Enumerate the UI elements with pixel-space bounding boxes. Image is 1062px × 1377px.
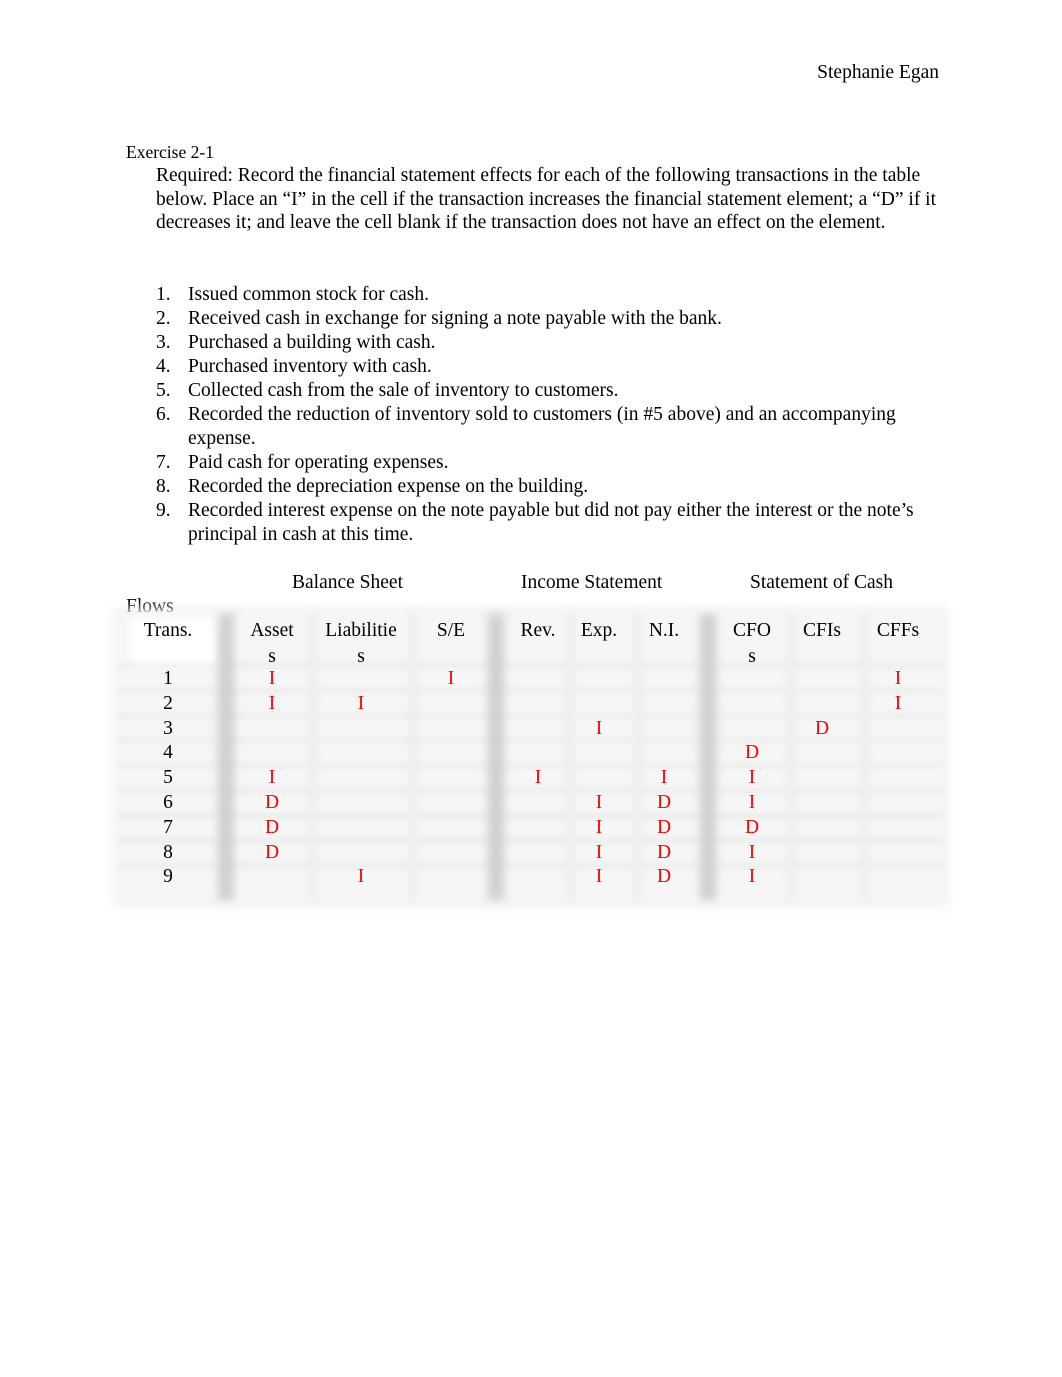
- col-header-se: S/E: [436, 620, 466, 641]
- transaction-number-cell: 9: [163, 866, 173, 888]
- cell-exp: I: [595, 816, 603, 838]
- cell-exp: I: [595, 866, 603, 888]
- transaction-item: 3. Purchased a building with cash.: [156, 331, 936, 355]
- table-row: 6 D I D I: [120, 792, 942, 817]
- table-header-row: Trans. Asset s Liabilitie s S/E Rev. Exp. …: [120, 618, 942, 668]
- transaction-item: 7. Paid cash for operating expenses.: [156, 451, 936, 475]
- transaction-item: 8. Recorded the depreciation expense on t…: [156, 475, 936, 499]
- cell-exp: I: [595, 791, 603, 813]
- transaction-text: Recorded the depreciation expense on the…: [188, 476, 589, 497]
- transaction-text: Purchased inventory with cash.: [188, 356, 432, 377]
- table-row: 7 D I D D: [120, 817, 942, 842]
- transaction-number: 3.: [156, 332, 171, 353]
- transaction-text: Purchased a building with cash.: [188, 332, 436, 353]
- cell-se: I: [447, 668, 455, 689]
- table-row: 1 I I I: [120, 668, 942, 693]
- cell-cfi: D: [814, 717, 830, 739]
- col-header-liabilities: Liabilitie s: [325, 620, 397, 667]
- cell-cfo: I: [748, 791, 756, 813]
- col-header-assets: Asset s: [250, 620, 294, 667]
- table-row: 2 I I I: [120, 693, 942, 718]
- transaction-item: 6. Recorded the reduction of inventory so…: [156, 403, 936, 451]
- effects-table: Trans. Asset s Liabilitie s S/E Rev. Exp. …: [120, 618, 942, 891]
- cell-liabilities: I: [357, 866, 365, 888]
- cell-assets: I: [268, 692, 276, 714]
- transaction-text: Received cash in exchange for signing a …: [188, 308, 722, 329]
- transaction-number-cell: 6: [163, 791, 173, 813]
- transaction-item: 5. Collected cash from the sale of invent…: [156, 379, 936, 403]
- transaction-number: 9.: [156, 500, 171, 521]
- exercise-title: Exercise 2-1: [126, 142, 214, 162]
- transaction-text: Recorded interest expense on the note pa…: [188, 500, 914, 545]
- cell-cfo: I: [748, 841, 756, 863]
- cell-exp: I: [595, 841, 603, 863]
- transaction-number-cell: 7: [163, 816, 173, 838]
- cell-assets: I: [268, 767, 276, 789]
- author-name: Stephanie Egan: [817, 62, 939, 83]
- transaction-number-cell: 4: [163, 742, 173, 764]
- cell-cfo: I: [748, 767, 756, 789]
- transaction-number-cell: 1: [163, 668, 173, 689]
- cell-liabilities: I: [357, 692, 365, 714]
- cell-assets: I: [268, 668, 276, 689]
- cell-rev: I: [534, 767, 542, 789]
- transaction-number-cell: 2: [163, 692, 173, 714]
- transaction-number: 7.: [156, 452, 171, 473]
- cell-ni: D: [656, 841, 672, 863]
- transaction-text: Issued common stock for cash.: [188, 284, 429, 305]
- table-row: 3 I D: [120, 718, 942, 743]
- cell-cff: I: [894, 668, 902, 689]
- table-row: 9 I I D I: [120, 866, 942, 891]
- table-row: 4D: [120, 742, 942, 767]
- group-header-cash-flows: Statement of Cash: [750, 572, 893, 593]
- transaction-number: 2.: [156, 308, 171, 329]
- col-header-cff: CFFs: [876, 620, 920, 641]
- transaction-number: 8.: [156, 476, 171, 497]
- cell-ni: D: [656, 791, 672, 813]
- col-header-trans: Trans.: [143, 620, 193, 641]
- transaction-item: 9. Recorded interest expense on the note …: [156, 499, 936, 547]
- cell-ni: D: [656, 866, 672, 888]
- col-header-cfo: CFO s: [733, 620, 771, 667]
- transaction-text: Collected cash from the sale of inventor…: [188, 380, 619, 401]
- transaction-number-cell: 3: [163, 717, 173, 739]
- transaction-number: 5.: [156, 380, 171, 401]
- group-header-balance-sheet: Balance Sheet: [292, 572, 403, 593]
- cell-ni: I: [660, 767, 668, 789]
- group-header-income-statement: Income Statement: [521, 572, 663, 593]
- transaction-number: 6.: [156, 404, 171, 425]
- transaction-number: 4.: [156, 356, 171, 377]
- instructions: Required: Record the financial statement…: [156, 165, 937, 233]
- cell-assets: D: [264, 841, 280, 863]
- cell-cfo: D: [744, 742, 760, 764]
- transaction-item: 2. Received cash in exchange for signing …: [156, 307, 936, 331]
- transaction-text: Paid cash for operating expenses.: [188, 452, 449, 473]
- transaction-number: 1.: [156, 284, 171, 305]
- table-row: 5 I I I I: [120, 767, 942, 792]
- transaction-item: 1. Issued common stock for cash.: [156, 283, 936, 307]
- transaction-item: 4. Purchased inventory with cash.: [156, 355, 936, 379]
- cell-exp: I: [595, 717, 603, 739]
- transaction-list: 1. Issued common stock for cash. 2. Receive…: [156, 283, 936, 547]
- table-row: 8 D I D I: [120, 842, 942, 867]
- transaction-number-cell: 8: [163, 841, 173, 863]
- transaction-text: Recorded the reduction of inventory sold…: [188, 404, 896, 449]
- cell-cfo: I: [748, 866, 756, 888]
- col-header-exp: Exp.: [580, 620, 618, 641]
- cell-cff: I: [894, 692, 902, 714]
- col-header-rev: Rev.: [520, 620, 556, 641]
- cell-ni: D: [656, 816, 672, 838]
- col-header-cfi: CFIs: [803, 620, 841, 641]
- transaction-number-cell: 5: [163, 767, 173, 789]
- cell-assets: D: [264, 791, 280, 813]
- col-header-ni: N.I.: [648, 620, 680, 641]
- cell-assets: D: [264, 816, 280, 838]
- cell-cfo: D: [744, 816, 760, 838]
